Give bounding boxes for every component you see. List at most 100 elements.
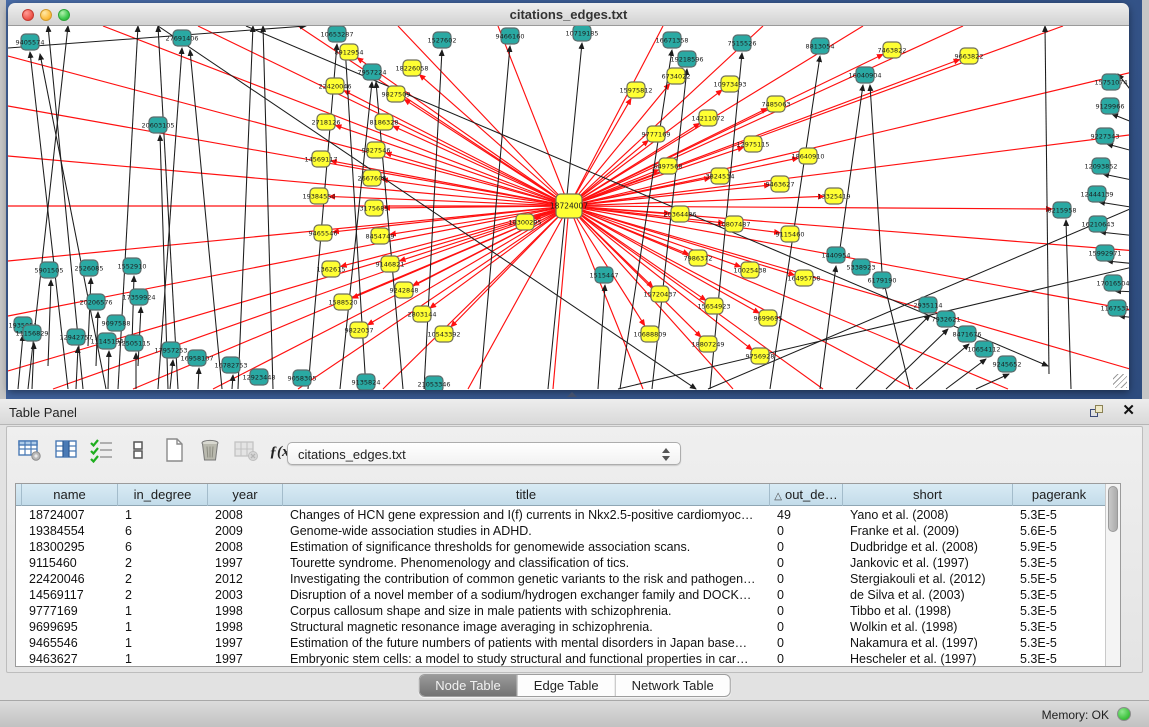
- table-cell: 2009: [208, 523, 283, 539]
- graph-node-label: 10025438: [733, 266, 766, 274]
- graph-node-label: 8215958: [1048, 206, 1077, 214]
- table-cell: 5.9E-5: [1013, 539, 1106, 555]
- node-table: namein_degreeyeartitle△out_de…shortpager…: [15, 483, 1121, 667]
- graph-node-label: 9822037: [345, 326, 374, 334]
- graph-node-label: 18300295: [508, 218, 541, 226]
- table-row[interactable]: 946554611997Estimation of the future num…: [16, 635, 1106, 651]
- column-header-year[interactable]: year: [208, 484, 283, 506]
- table-cell: 2008: [208, 507, 283, 523]
- network-canvas[interactable]: 1830029518226058982750981863289827546266…: [8, 26, 1129, 390]
- table-cell: 1: [118, 651, 208, 667]
- graph-node-label: 1440954: [822, 251, 851, 259]
- table-row[interactable]: 1872400712008Changes of HCN gene express…: [16, 507, 1106, 523]
- graph-node-label: 2935114: [914, 301, 943, 309]
- column-header-short[interactable]: short: [843, 484, 1013, 506]
- table-row[interactable]: 946362711997Embryonic stem cells: a mode…: [16, 651, 1106, 667]
- graph-node-label: 18640910: [791, 152, 824, 160]
- table-cell: 5.3E-5: [1013, 651, 1106, 667]
- table-cell: 0: [770, 539, 843, 555]
- graph-node-label: 7932621: [932, 315, 961, 323]
- table-row[interactable]: 2242004622012Investigating the contribut…: [16, 571, 1106, 587]
- table-row[interactable]: 977716911998Corpus callosum shape and si…: [16, 603, 1106, 619]
- graph-node-label: 21053346: [417, 380, 450, 388]
- tab-node-table[interactable]: Node Table: [419, 675, 518, 697]
- graph-node-label: 6734022: [662, 72, 691, 80]
- graph-node-label: 2667608: [358, 174, 387, 182]
- table-cell: 5.3E-5: [1013, 587, 1106, 603]
- table-cell: 6: [118, 539, 208, 555]
- graph-node-label: 10973493: [713, 80, 746, 88]
- table-cell: 9465546: [22, 635, 118, 651]
- column-header-out_de[interactable]: △out_de…: [770, 484, 843, 506]
- graph-node-label: 7515526: [728, 39, 757, 47]
- table-cell: 19384554: [22, 523, 118, 539]
- table-cell: Embryonic stem cells: a model to study s…: [283, 651, 770, 667]
- table-cell: de Silva et al. (2003): [843, 587, 1013, 603]
- graph-node-label: 15992971: [1088, 249, 1121, 257]
- table-cell: Franke et al. (2009): [843, 523, 1013, 539]
- table-cell: 0: [770, 603, 843, 619]
- column-header-pagerank[interactable]: pagerank: [1013, 484, 1106, 506]
- table-select-dropdown[interactable]: citations_edges.txt: [287, 442, 681, 465]
- graph-node-label: 5338923: [847, 263, 876, 271]
- table-cell: Changes of HCN gene expression and I(f) …: [283, 507, 770, 523]
- network-canvas-svg: 1830029518226058982750981863289827546266…: [8, 26, 1129, 390]
- graph-node-label: 3824534: [706, 172, 735, 180]
- table-row[interactable]: 969969511998Structural magnetic resonanc…: [16, 619, 1106, 635]
- graph-node-label: 6497568: [654, 162, 683, 170]
- status-bar: Memory: OK: [0, 700, 1149, 727]
- table-cell: 0: [770, 571, 843, 587]
- graph-node-label: 9058305: [288, 374, 317, 382]
- panel-splitter-handle[interactable]: [567, 392, 577, 398]
- graph-node-label: 18226058: [395, 64, 428, 72]
- float-panel-icon[interactable]: [1089, 404, 1105, 420]
- delete-table-icon[interactable]: [195, 437, 225, 467]
- network-window-titlebar[interactable]: citations_edges.txt: [8, 3, 1129, 26]
- node-table-header[interactable]: namein_degreeyeartitle△out_de…shortpager…: [16, 484, 1106, 506]
- table-settings-icon[interactable]: [15, 437, 45, 467]
- table-scrollbar-thumb[interactable]: [1108, 486, 1118, 532]
- table-cell: Investigating the contribution of common…: [283, 571, 770, 587]
- tab-edge-table[interactable]: Edge Table: [518, 675, 616, 697]
- table-row[interactable]: 1938455462009Genome-wide association stu…: [16, 523, 1106, 539]
- table-row[interactable]: 1830029562008Estimation of significance …: [16, 539, 1106, 555]
- graph-node-label: 2803144: [408, 310, 437, 318]
- graph-node-label: 9663822: [955, 52, 984, 60]
- graph-node-label: 12505115: [117, 339, 150, 347]
- graph-node-label: 15654923: [697, 302, 730, 310]
- select-column-icon[interactable]: [51, 437, 81, 467]
- table-cell: 1: [118, 603, 208, 619]
- graph-node-label: 16671358: [655, 36, 688, 44]
- table-cell: Disruption of a novel member of a sodium…: [283, 587, 770, 603]
- column-header-name[interactable]: name: [22, 484, 118, 506]
- table-cell: 0: [770, 555, 843, 571]
- graph-node-label: 20603105: [141, 121, 174, 129]
- new-table-icon[interactable]: [159, 437, 189, 467]
- close-panel-icon[interactable]: ✕: [1122, 403, 1135, 419]
- table-cell: 0: [770, 651, 843, 667]
- graph-node-label: 9777169: [642, 130, 671, 138]
- graph-node-label: 14569117: [304, 155, 337, 163]
- column-header-title[interactable]: title: [283, 484, 770, 506]
- graph-node-label: 2526085: [75, 264, 104, 272]
- edit-columns-icon[interactable]: [87, 437, 117, 467]
- table-panel-body: ƒ(x) citations_edges.txt namein_degreeye…: [6, 426, 1143, 673]
- table-scrollbar[interactable]: [1105, 484, 1120, 666]
- table-cell: 2012: [208, 571, 283, 587]
- tab-network-table[interactable]: Network Table: [616, 675, 730, 697]
- desktop-background: citations_edges.txt 18300295182260589827…: [0, 0, 1149, 399]
- graph-node-label: 11156829: [15, 329, 48, 337]
- graph-node-label: 15751074: [1094, 78, 1127, 86]
- table-cell: Yano et al. (2008): [843, 507, 1013, 523]
- table-cell: 5.3E-5: [1013, 635, 1106, 651]
- table-cell: 9463627: [22, 651, 118, 667]
- row-height-icon[interactable]: [123, 437, 153, 467]
- window-resize-grip[interactable]: [1113, 374, 1127, 388]
- column-header-in_degree[interactable]: in_degree: [118, 484, 208, 506]
- table-row[interactable]: 1456911722003Disruption of a novel membe…: [16, 587, 1106, 603]
- table-cell: 5.3E-5: [1013, 507, 1106, 523]
- table-cell: 1997: [208, 555, 283, 571]
- graph-node-label: 9465546: [309, 229, 338, 237]
- delete-column-icon[interactable]: [231, 437, 261, 467]
- table-row[interactable]: 911546021997Tourette syndrome. Phenomeno…: [16, 555, 1106, 571]
